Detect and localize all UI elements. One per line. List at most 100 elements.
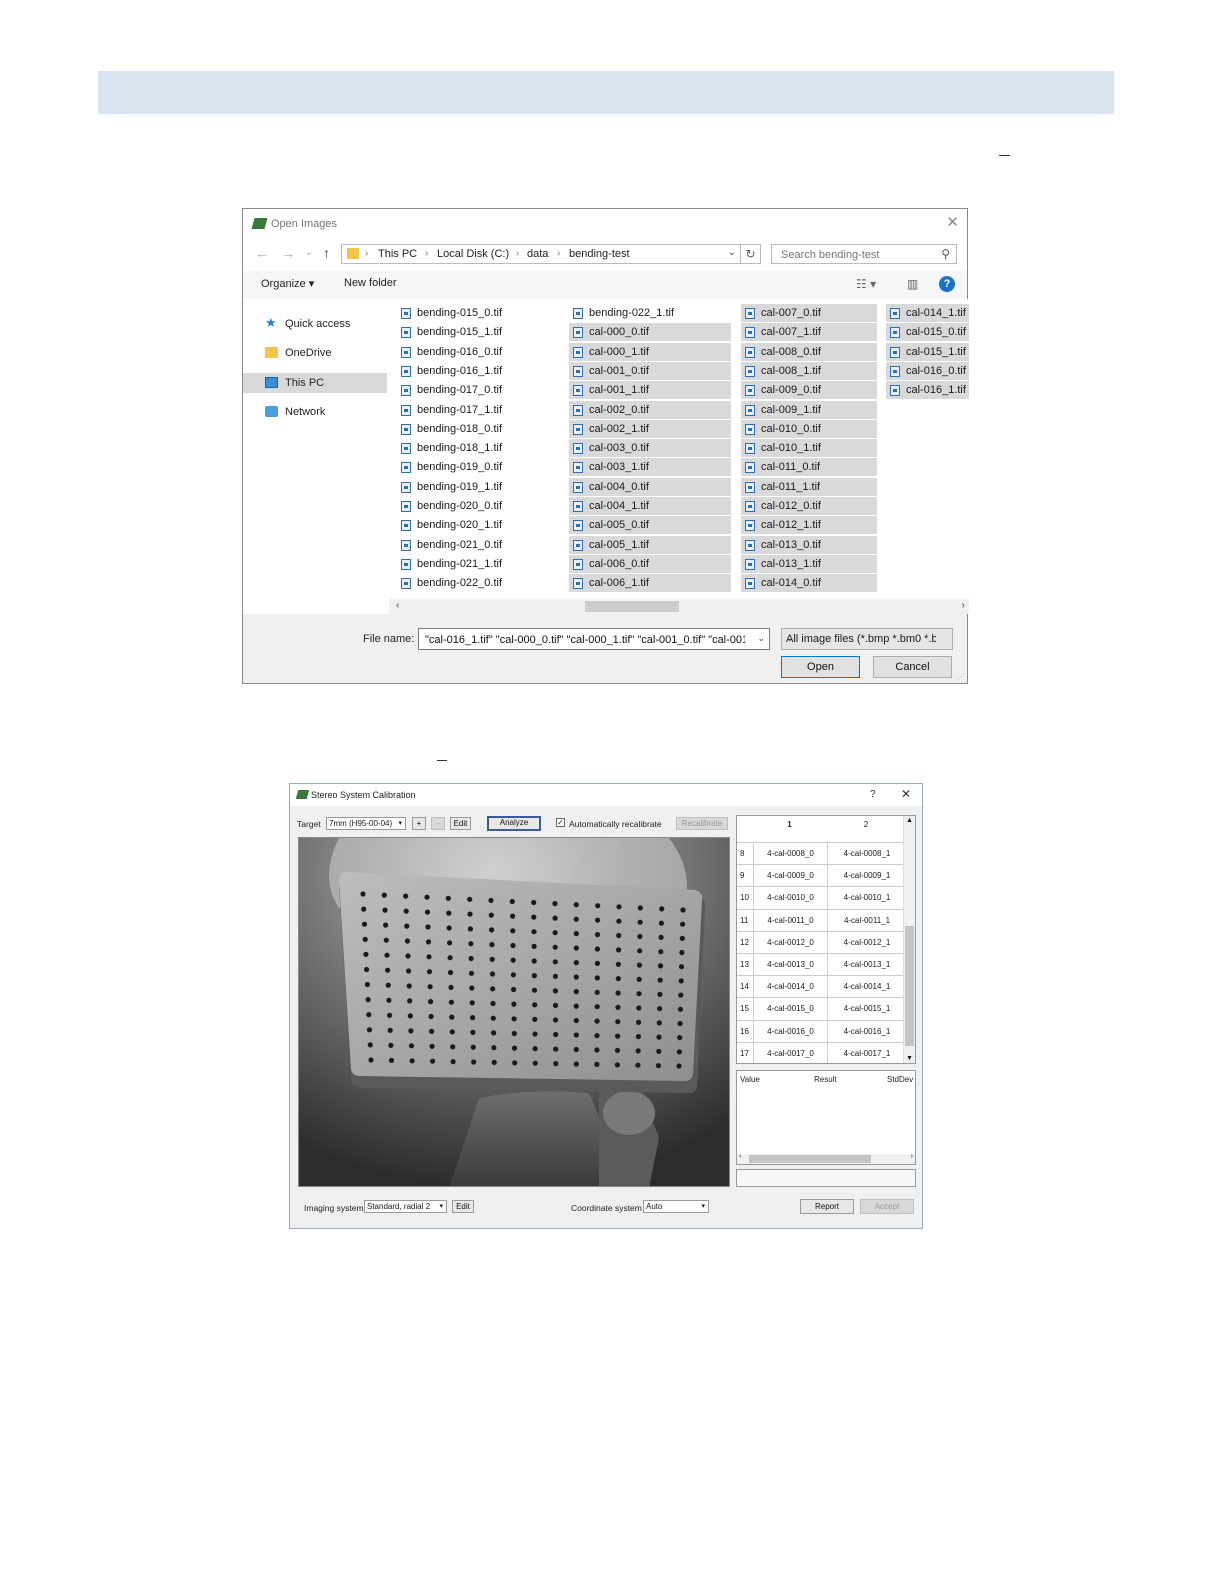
file-item[interactable]: bending-017_0.tif [397,381,557,399]
file-item[interactable]: bending-017_1.tif [397,401,557,419]
file-item[interactable]: cal-009_1.tif [741,400,877,419]
file-item[interactable]: bending-015_1.tif [397,323,557,341]
file-item[interactable]: bending-022_1.tif [569,304,731,322]
scroll-down-icon[interactable]: ▼ [906,1055,913,1062]
scroll-right-icon[interactable]: › [911,1153,913,1160]
new-folder-button[interactable]: New folder [344,277,397,289]
chevron-down-icon[interactable]: ⌄ [728,247,736,258]
address-bar[interactable]: › This PC › Local Disk (C:) › data › ben… [341,244,741,264]
file-item[interactable]: bending-021_1.tif [397,555,557,573]
open-button[interactable]: Open [781,656,860,678]
table-row[interactable]: 15 4-cal-0015_0 4-cal-0015_1 [737,997,905,1020]
file-item[interactable]: cal-010_0.tif [741,419,877,438]
breadcrumb-data[interactable]: data [527,248,548,260]
remove-target-button[interactable]: - [431,817,445,830]
file-item[interactable]: cal-011_1.tif [741,477,877,496]
nav-item-quick-access[interactable]: ★ Quick access [243,314,387,334]
file-item[interactable]: cal-013_1.tif [741,554,877,573]
table-row[interactable]: 17 4-cal-0017_0 4-cal-0017_1 [737,1041,905,1063]
file-item[interactable]: cal-003_0.tif [569,439,731,458]
file-item[interactable]: bending-016_1.tif [397,362,557,380]
edit-target-button[interactable]: Edit [450,817,471,830]
close-icon[interactable]: ✕ [946,215,959,230]
auto-recalibrate-checkbox[interactable]: ✓ [556,818,565,827]
target-select[interactable]: 7mm (H95-00-04) ▾ [326,817,406,830]
file-item[interactable]: bending-019_0.tif [397,458,557,476]
file-item[interactable]: bending-020_0.tif [397,497,557,515]
forward-arrow-icon[interactable]: → [281,245,295,261]
nav-item-this-pc[interactable]: This PC [243,373,387,393]
vertical-scrollbar[interactable]: ▲ ▼ [903,816,915,1063]
file-item[interactable]: cal-006_1.tif [569,574,731,593]
scrollbar-thumb[interactable] [905,926,914,1046]
file-item[interactable]: cal-001_0.tif [569,361,731,380]
resize-grip-icon[interactable]: ⋰ [957,672,965,681]
help-icon[interactable]: ? [939,276,955,292]
column-header-2[interactable]: 2 [827,816,905,837]
file-item[interactable]: cal-000_1.tif [569,342,731,361]
breadcrumb-local-disk[interactable]: Local Disk (C:) [437,248,509,260]
file-item[interactable]: cal-002_0.tif [569,400,731,419]
search-box[interactable]: ⚲ [771,244,957,264]
recalibrate-button[interactable]: Recalibrate [676,817,728,830]
file-item[interactable]: cal-004_1.tif [569,497,731,515]
file-type-select[interactable]: All image files (*.bmp *.bm0 *.b ⌄ [781,628,953,650]
file-item[interactable]: cal-009_0.tif [741,381,877,400]
file-item[interactable]: cal-001_1.tif [569,381,731,400]
column-header-1[interactable]: 1 [753,816,826,837]
file-item[interactable]: cal-007_1.tif [741,323,877,342]
chevron-down-icon[interactable]: ⌄ [757,633,765,644]
results-table[interactable]: Value Result StdDev ‹ › [736,1070,916,1165]
calibration-image-view[interactable] [298,837,730,1187]
up-arrow-icon[interactable]: ↑ [323,245,330,261]
cancel-button[interactable]: Cancel [873,656,952,678]
file-item[interactable]: bending-016_0.tif [397,343,557,361]
scrollbar-thumb[interactable] [749,1155,871,1163]
file-item[interactable]: cal-006_0.tif [569,554,731,573]
image-pairs-table[interactable]: 1 2 8 4-cal-0008_0 4-cal-0008_1 9 4-cal-0009… [736,815,916,1064]
file-item[interactable]: cal-000_0.tif [569,323,731,342]
help-icon[interactable]: ? [870,789,876,800]
coordinate-system-select[interactable]: Auto ▾ [643,1200,709,1213]
file-item[interactable]: cal-012_1.tif [741,516,877,535]
scrollbar-thumb[interactable] [585,601,679,612]
search-input[interactable] [779,248,933,262]
table-row[interactable]: 9 4-cal-0009_0 4-cal-0009_1 [737,864,905,887]
file-item[interactable]: cal-015_0.tif [886,323,969,342]
view-options-icon[interactable]: ☷ ▾ [856,277,876,291]
file-item[interactable]: cal-011_0.tif [741,458,877,477]
imaging-system-select[interactable]: Standard, radial 2 ▾ [364,1200,447,1213]
table-row[interactable]: 13 4-cal-0013_0 4-cal-0013_1 [737,953,905,975]
file-item[interactable]: cal-007_0.tif [741,304,877,322]
file-item[interactable]: cal-003_1.tif [569,458,731,477]
scroll-left-icon[interactable]: ‹ [396,600,399,611]
file-item[interactable]: cal-012_0.tif [741,497,877,515]
file-item[interactable]: cal-002_1.tif [569,419,731,438]
scroll-right-icon[interactable]: › [962,600,965,611]
breadcrumb-bending-test[interactable]: bending-test [569,248,630,260]
nav-item-onedrive[interactable]: OneDrive [243,343,387,363]
table-row[interactable]: 10 4-cal-0010_0 4-cal-0010_1 [737,886,905,909]
scroll-up-icon[interactable]: ▲ [906,817,913,824]
file-item[interactable]: cal-005_0.tif [569,516,731,535]
horizontal-scrollbar[interactable]: ‹ › [737,1153,915,1164]
refresh-icon[interactable]: ↻ [741,244,761,264]
analyze-button[interactable]: Analyze [487,816,541,831]
file-item[interactable]: bending-019_1.tif [397,478,557,496]
accept-button[interactable]: Accept [860,1199,914,1214]
file-name-field[interactable]: ⌄ [418,628,770,650]
file-item[interactable]: cal-016_1.tif [886,381,969,400]
scroll-left-icon[interactable]: ‹ [739,1153,741,1160]
file-item[interactable]: bending-021_0.tif [397,536,557,554]
file-item[interactable]: cal-015_1.tif [886,342,969,361]
file-item[interactable]: bending-018_0.tif [397,420,557,438]
breadcrumb-this-pc[interactable]: This PC [378,248,417,260]
file-item[interactable]: cal-004_0.tif [569,477,731,496]
file-item[interactable]: bending-022_0.tif [397,574,557,592]
file-item[interactable]: cal-014_0.tif [741,574,877,593]
nav-item-network[interactable]: Network [243,402,387,422]
file-item[interactable]: cal-016_0.tif [886,361,969,380]
report-button[interactable]: Report [800,1199,854,1214]
table-row[interactable]: 12 4-cal-0012_0 4-cal-0012_1 [737,930,905,953]
recent-locations-icon[interactable]: ⌄ [305,247,313,258]
